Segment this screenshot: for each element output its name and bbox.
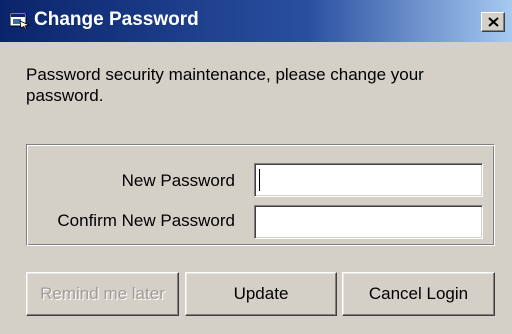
change-password-dialog: Change Password Password security mainte… [0,0,512,334]
close-button[interactable] [481,12,505,32]
instruction-message: Password security maintenance, please ch… [26,65,424,105]
window-title: Change Password [34,9,199,30]
new-password-field[interactable] [254,163,483,197]
close-icon [488,17,499,27]
text-caret [259,169,260,191]
update-button[interactable]: Update [185,272,337,316]
confirm-password-label: Confirm New Password [57,211,235,230]
new-password-label: New Password [121,171,235,190]
confirm-password-field[interactable] [254,205,483,239]
cancel-login-button[interactable]: Cancel Login [342,272,495,316]
application-icon [9,12,31,30]
title-bar[interactable]: Change Password [0,0,512,42]
remind-me-later-button[interactable]: Remind me later [26,272,179,316]
